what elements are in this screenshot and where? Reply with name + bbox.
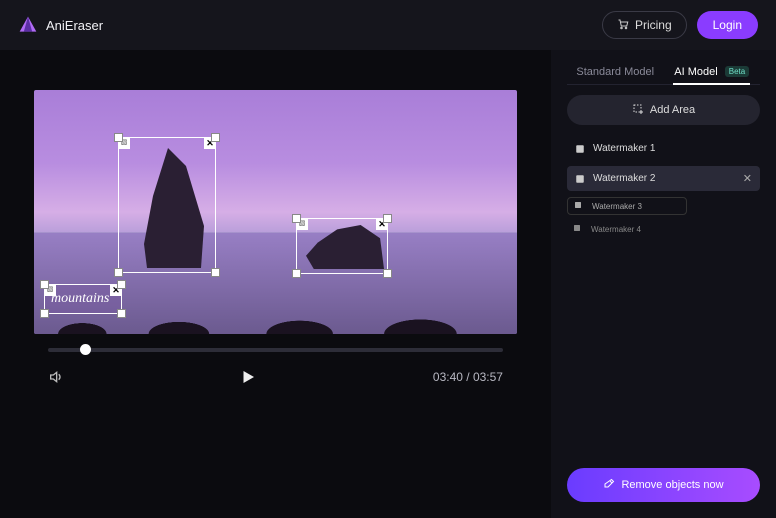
resize-handle[interactable] bbox=[211, 133, 220, 142]
cart-icon bbox=[617, 18, 629, 33]
remove-label: Remove objects now bbox=[621, 479, 723, 491]
tab-ai-model[interactable]: AI Model Beta bbox=[664, 60, 761, 84]
brand: AniEraser bbox=[18, 15, 103, 35]
timeline-thumb[interactable] bbox=[80, 344, 91, 355]
scenery-foreground bbox=[34, 312, 517, 334]
pricing-button[interactable]: Pricing bbox=[602, 11, 687, 39]
layer-label: Watermaker 3 bbox=[592, 202, 642, 211]
remove-objects-button[interactable]: Remove objects now bbox=[567, 468, 760, 502]
time-display: 03:40 / 03:57 bbox=[433, 370, 503, 384]
layer-item[interactable]: Watermaker 2 ✕ bbox=[567, 166, 760, 191]
resize-handle[interactable] bbox=[383, 214, 392, 223]
layer-label: Watermaker 1 bbox=[593, 143, 655, 154]
layer-icon bbox=[575, 174, 585, 184]
overlay-text: mountains bbox=[51, 291, 109, 307]
selection-box-1[interactable]: ▧ ✕ bbox=[118, 137, 216, 273]
login-button[interactable]: Login bbox=[697, 11, 758, 39]
resize-handle[interactable] bbox=[383, 269, 392, 278]
time-total: 03:57 bbox=[473, 370, 503, 384]
layer-label: Watermaker 2 bbox=[593, 173, 655, 184]
resize-handle[interactable] bbox=[211, 268, 220, 277]
scenery-horizon bbox=[34, 232, 517, 233]
login-label: Login bbox=[713, 18, 742, 32]
tab-standard-model[interactable]: Standard Model bbox=[567, 60, 664, 84]
main-layout: ▧ ✕ ▧ ✕ ▧ ✕ moun bbox=[0, 50, 776, 518]
resize-handle[interactable] bbox=[292, 269, 301, 278]
layer-icon bbox=[575, 144, 585, 154]
close-icon[interactable]: ✕ bbox=[743, 172, 752, 185]
eraser-icon bbox=[603, 478, 615, 493]
selection-box-2[interactable]: ▧ ✕ bbox=[296, 218, 388, 274]
player-controls: 03:40 / 03:57 bbox=[48, 368, 503, 386]
resize-handle[interactable] bbox=[40, 280, 49, 289]
resize-handle[interactable] bbox=[117, 280, 126, 289]
layer-icon bbox=[574, 201, 584, 211]
layer-item[interactable]: Watermaker 3 bbox=[567, 197, 687, 215]
side-panel: Standard Model AI Model Beta Add Area Wa… bbox=[551, 50, 776, 518]
layer-item[interactable]: Watermaker 4 bbox=[567, 221, 687, 237]
layer-icon bbox=[573, 224, 583, 234]
header-actions: Pricing Login bbox=[602, 11, 758, 39]
tab-label: AI Model bbox=[674, 66, 717, 78]
layer-list: Watermaker 1 Watermaker 2 ✕ Watermaker 3 bbox=[567, 137, 760, 237]
timeline-scrubber[interactable] bbox=[48, 348, 503, 352]
pricing-label: Pricing bbox=[635, 18, 672, 32]
add-area-label: Add Area bbox=[650, 104, 695, 116]
layer-label: Watermaker 4 bbox=[591, 225, 641, 234]
video-canvas[interactable]: ▧ ✕ ▧ ✕ ▧ ✕ moun bbox=[34, 90, 517, 334]
play-icon[interactable] bbox=[239, 368, 257, 386]
brand-logo-icon bbox=[18, 15, 38, 35]
app-header: AniEraser Pricing Login bbox=[0, 0, 776, 50]
resize-handle[interactable] bbox=[114, 133, 123, 142]
resize-handle[interactable] bbox=[292, 214, 301, 223]
add-area-icon bbox=[632, 103, 644, 118]
resize-handle[interactable] bbox=[117, 309, 126, 318]
resize-handle[interactable] bbox=[40, 309, 49, 318]
time-current: 03:40 bbox=[433, 370, 463, 384]
add-area-button[interactable]: Add Area bbox=[567, 95, 760, 125]
resize-handle[interactable] bbox=[114, 268, 123, 277]
volume-icon[interactable] bbox=[48, 369, 64, 385]
video-wrap: ▧ ✕ ▧ ✕ ▧ ✕ moun bbox=[34, 90, 517, 386]
brand-name: AniEraser bbox=[46, 18, 103, 33]
editor-panel: ▧ ✕ ▧ ✕ ▧ ✕ moun bbox=[0, 50, 551, 518]
layer-item[interactable]: Watermaker 1 bbox=[567, 137, 760, 160]
beta-badge: Beta bbox=[725, 66, 749, 77]
selection-box-3[interactable]: ▧ ✕ mountains bbox=[44, 284, 122, 314]
model-tabs: Standard Model AI Model Beta bbox=[567, 60, 760, 85]
tab-label: Standard Model bbox=[576, 66, 654, 78]
